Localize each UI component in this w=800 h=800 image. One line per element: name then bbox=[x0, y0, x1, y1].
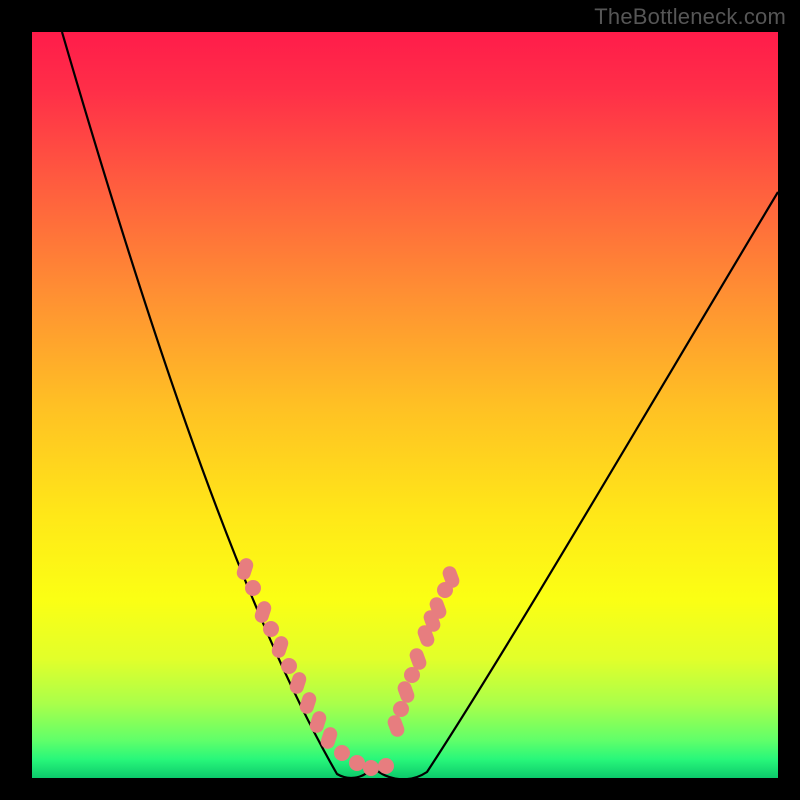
left-marker bbox=[334, 745, 350, 761]
left-marker bbox=[281, 658, 297, 674]
chart-container: TheBottleneck.com bbox=[0, 0, 800, 800]
left-marker bbox=[263, 621, 279, 637]
left-marker bbox=[349, 755, 365, 771]
left-marker bbox=[270, 635, 290, 660]
right-marker bbox=[437, 582, 453, 598]
plot-area bbox=[32, 32, 778, 778]
left-marker bbox=[235, 556, 255, 581]
watermark-text: TheBottleneck.com bbox=[594, 4, 786, 30]
left-marker bbox=[363, 760, 379, 776]
markers-layer bbox=[32, 32, 778, 778]
left-marker bbox=[378, 758, 394, 774]
right-marker bbox=[386, 713, 407, 738]
left-marker bbox=[245, 580, 261, 596]
